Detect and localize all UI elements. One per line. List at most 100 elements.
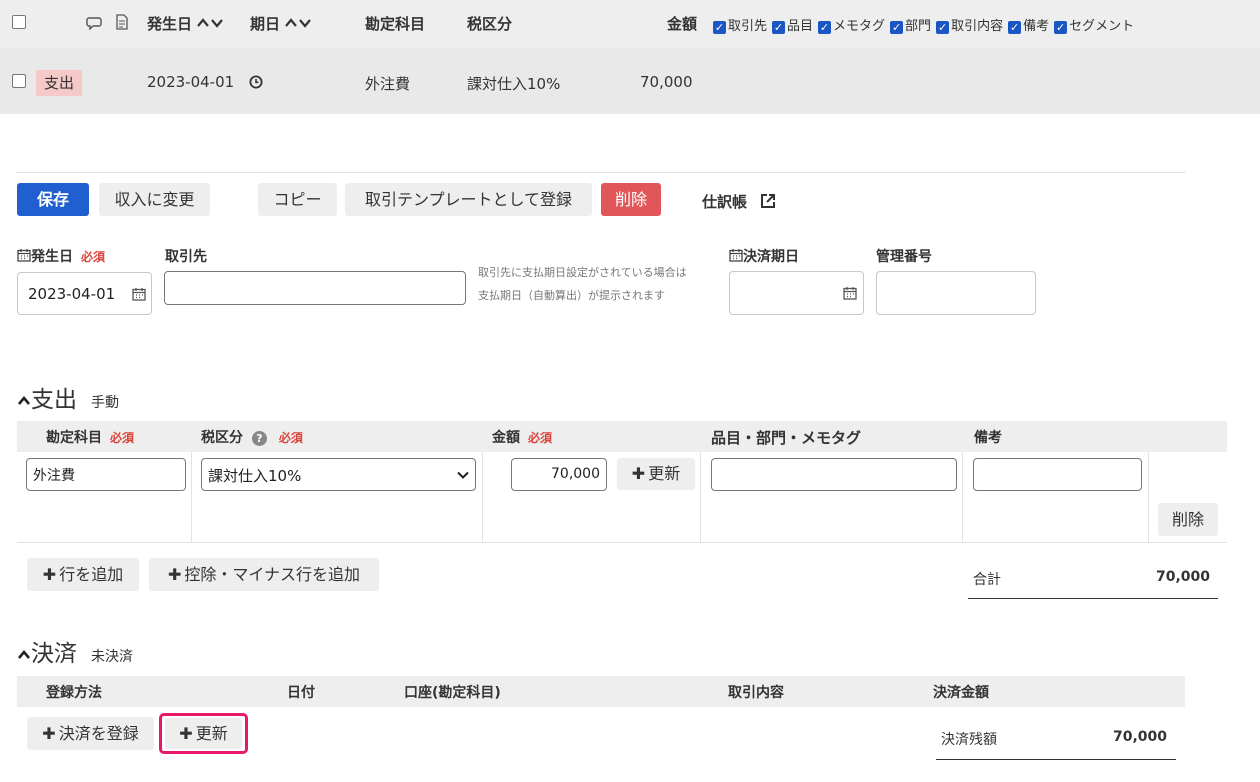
divider [968, 598, 1218, 599]
add-row-button[interactable]: ✚ 行を追加 [27, 558, 139, 591]
settlement-due-input[interactable] [729, 271, 864, 315]
chevron-up-icon [18, 395, 30, 405]
header-tax-category: 税区分 [467, 15, 513, 33]
management-number-input[interactable] [876, 271, 1036, 315]
register-settlement-button[interactable]: ✚ 決済を登録 [27, 717, 154, 750]
help-icon[interactable]: ? [251, 431, 267, 446]
expense-amount-input[interactable]: 70,000 [511, 458, 607, 491]
divider [482, 452, 483, 542]
column-option-description[interactable]: ✓ 取引内容 [936, 15, 1003, 34]
settlement-header-description: 取引内容 [728, 685, 784, 701]
comment-icon [86, 17, 102, 30]
settlement-title: 決済 [31, 641, 77, 667]
select-all-checkbox[interactable] [12, 15, 26, 29]
check-icon: ✓ [713, 21, 726, 34]
calendar-icon [17, 249, 31, 262]
change-to-income-button[interactable]: 収入に変更 [99, 183, 210, 216]
chevron-up-icon [18, 649, 30, 659]
expense-header-tax: 税区分 ? 必須 [201, 430, 303, 446]
settlement-header-date: 日付 [287, 685, 315, 701]
header-due-date[interactable]: 期日 [250, 13, 313, 34]
header-amount: 金額 [667, 15, 698, 33]
column-option-partner[interactable]: ✓ 取引先 [713, 15, 767, 34]
divider [17, 542, 1227, 543]
partner-hint-2: 支払期日（自動算出）が提示されます [478, 289, 665, 302]
settlement-header-method: 登録方法 [46, 685, 102, 701]
divider [16, 172, 1186, 173]
partner-hint-1: 取引先に支払期日設定がされている場合は [478, 266, 687, 279]
divider [962, 452, 963, 542]
plus-icon: ✚ [167, 565, 182, 584]
document-icon [116, 14, 128, 30]
add-deduction-row-button[interactable]: ✚ 控除・マイナス行を追加 [149, 558, 379, 591]
management-number-label: 管理番号 [876, 249, 932, 265]
delete-button[interactable]: 削除 [601, 183, 661, 216]
settlement-remaining-label: 決済残額 [941, 732, 997, 748]
settlement-due-label: 決済期日 [729, 246, 799, 266]
expense-row-delete-button[interactable]: 削除 [1158, 503, 1218, 536]
row-amount: 70,000 [640, 73, 693, 91]
column-options: ✓ 取引先 ✓ 品目 ✓ メモタグ ✓ 部門 ✓ 取引内容 ✓ 備考 ✓ セグメント [713, 15, 1139, 34]
sort-arrows-icon [285, 18, 312, 28]
clock-icon [249, 75, 263, 89]
type-badge: 支出 [36, 70, 82, 96]
divider [1148, 452, 1149, 542]
divider [936, 759, 1176, 760]
expense-items-input[interactable] [711, 458, 957, 491]
divider [700, 452, 701, 542]
header-occurred-date[interactable]: 発生日 [147, 13, 225, 34]
calendar-icon [132, 288, 146, 301]
expense-total-value: 70,000 [1155, 569, 1210, 585]
expense-header-remarks: 備考 [974, 430, 1002, 446]
divider [191, 452, 192, 542]
column-option-remarks[interactable]: ✓ 備考 [1008, 15, 1049, 34]
check-icon: ✓ [890, 21, 904, 34]
expense-account-input[interactable]: 外注費 [26, 458, 186, 491]
calendar-icon [843, 287, 857, 300]
row-date: 2023-04-01 [147, 73, 235, 91]
expense-remarks-input[interactable] [973, 458, 1142, 491]
column-option-department[interactable]: ✓ 部門 [890, 15, 931, 34]
check-icon: ✓ [936, 21, 950, 34]
expense-title: 支出 [31, 387, 77, 413]
settlement-section-toggle[interactable]: 決済 未決済 [17, 634, 133, 668]
row-account: 外注費 [365, 75, 411, 93]
save-button[interactable]: 保存 [17, 183, 89, 216]
expense-mode: 手動 [91, 395, 119, 411]
check-icon: ✓ [818, 21, 832, 34]
column-option-segment[interactable]: ✓ セグメント [1054, 15, 1134, 34]
row-checkbox[interactable] [12, 74, 26, 88]
occurred-date-input[interactable]: 2023-04-01 [17, 272, 152, 315]
expense-section-toggle[interactable]: 支出 手動 [17, 380, 119, 414]
expense-update-button[interactable]: ✚ 更新 [617, 458, 695, 490]
settlement-remaining-value: 70,000 [1112, 729, 1167, 745]
settlement-status: 未決済 [91, 649, 133, 665]
plus-icon: ✚ [631, 464, 646, 483]
settlement-table-header [17, 676, 1185, 707]
check-icon: ✓ [772, 21, 786, 34]
journal-link[interactable]: 仕訳帳 [702, 191, 776, 212]
header-account-item: 勘定科目 [365, 15, 426, 33]
expense-header-items: 品目・部門・メモタグ [711, 429, 862, 447]
settlement-update-button[interactable]: ✚ 更新 [165, 718, 242, 749]
register-template-button[interactable]: 取引テンプレートとして登録 [345, 183, 592, 216]
sort-arrows-icon [197, 18, 224, 28]
partner-label: 取引先 [165, 249, 207, 265]
settlement-header-amount: 決済金額 [933, 685, 989, 701]
calendar-icon [729, 249, 743, 262]
plus-icon: ✚ [42, 724, 56, 743]
column-option-memo-tag[interactable]: ✓ メモタグ [818, 15, 885, 34]
expense-header-account: 勘定科目 必須 [46, 430, 135, 446]
plus-icon: ✚ [179, 724, 193, 743]
row-tax: 課対仕入10% [467, 75, 561, 93]
partner-input[interactable] [164, 271, 466, 305]
occurred-date-label: 発生日 必須 [17, 246, 105, 266]
expense-table-header [17, 421, 1227, 452]
column-option-item[interactable]: ✓ 品目 [772, 15, 813, 34]
expense-tax-select[interactable]: 課対仕入10% [201, 458, 476, 491]
check-icon: ✓ [1054, 21, 1068, 34]
copy-button[interactable]: コピー [258, 183, 337, 216]
settlement-header-account: 口座(勘定科目) [404, 685, 501, 701]
plus-icon: ✚ [42, 565, 57, 584]
chevron-down-icon [457, 471, 469, 479]
